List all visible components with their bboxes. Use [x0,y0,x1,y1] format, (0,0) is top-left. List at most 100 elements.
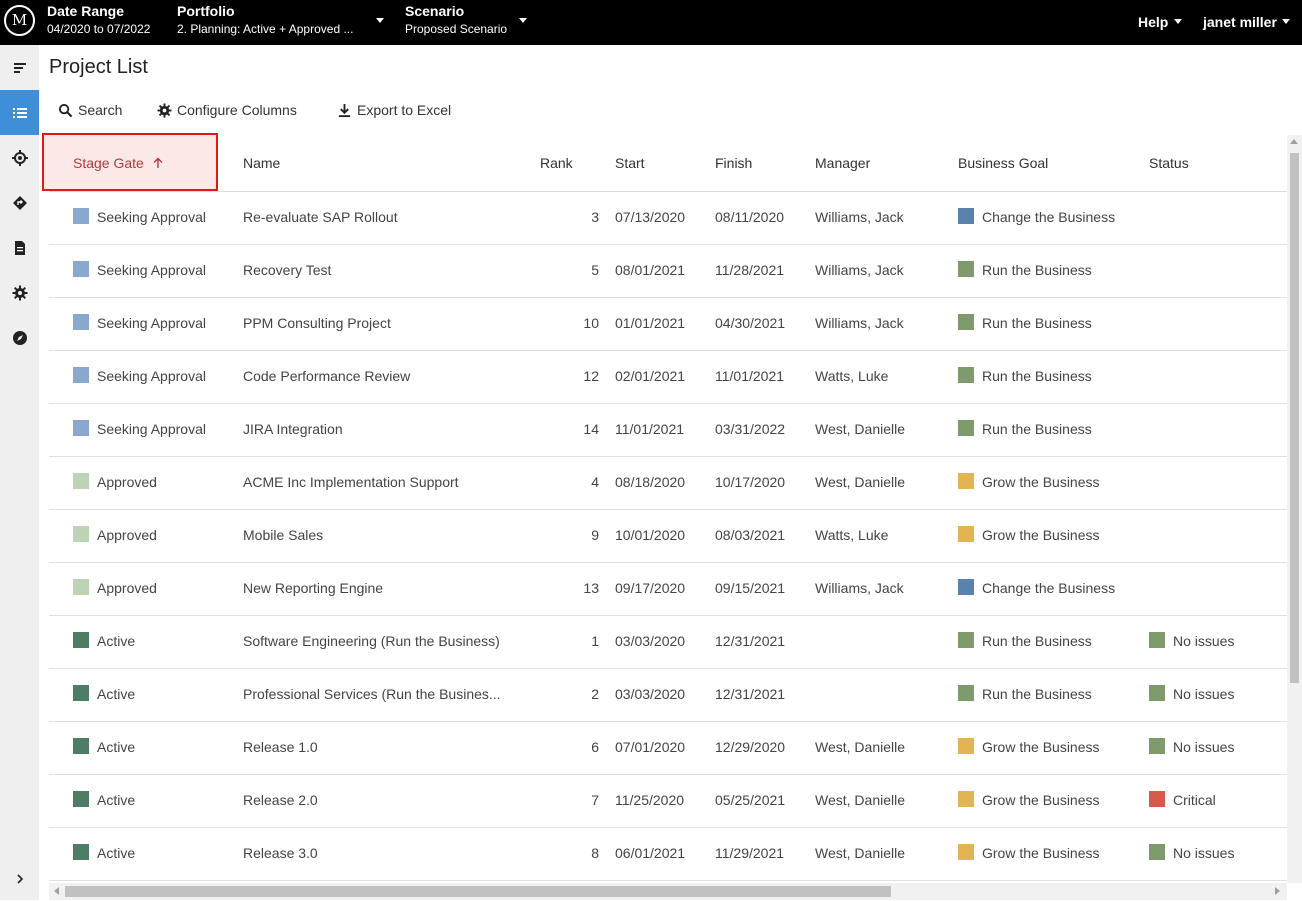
goal-color-swatch [958,420,974,436]
project-name-cell[interactable]: Recovery Test [243,262,331,278]
status-cell: No issues [1173,739,1235,755]
column-header-status[interactable]: Status [1149,155,1189,171]
table-row[interactable]: Seeking Approval Re-evaluate SAP Rollout 3… [49,192,1287,245]
table-row[interactable]: Seeking Approval Code Performance Review 1… [49,351,1287,404]
table-row[interactable]: Approved New Reporting Engine 13 09/17/2020… [49,563,1287,616]
nav-project-list[interactable] [0,90,39,135]
project-name-cell[interactable]: Professional Services (Run the Busines..… [243,686,501,702]
scroll-left-icon[interactable] [54,887,59,895]
project-name-cell[interactable]: PPM Consulting Project [243,315,391,331]
manager-cell: Watts, Luke [815,368,889,384]
start-date-cell: 03/03/2020 [615,686,686,702]
nav-roadmap[interactable] [0,180,39,225]
table-row[interactable]: Approved ACME Inc Implementation Support 4… [49,457,1287,510]
scenario-selector[interactable]: Scenario Proposed Scenario [405,3,507,38]
finish-date-cell: 09/15/2021 [715,580,786,596]
business-goal-cell: Run the Business [982,686,1092,702]
table-row[interactable]: Active Professional Services (Run the Bus… [49,669,1287,722]
nav-explore[interactable] [0,315,39,360]
table-row[interactable]: Seeking Approval PPM Consulting Project 10… [49,298,1287,351]
help-menu[interactable]: Help [1138,14,1168,30]
project-name-cell[interactable]: Release 2.0 [243,792,318,808]
date-range-label: Date Range [47,3,125,19]
user-chevron-down-icon[interactable] [1282,19,1290,24]
project-name-cell[interactable]: Software Engineering (Run the Business) [243,633,500,649]
column-header-rank[interactable]: Rank [540,155,573,171]
column-header-stage-gate[interactable]: Stage Gate [73,155,164,171]
finish-date-cell: 11/01/2021 [715,368,785,384]
goal-color-swatch [958,791,974,807]
column-header-name[interactable]: Name [243,155,280,171]
configure-columns-button[interactable]: Configure Columns [157,102,297,118]
rank-cell: 2 [591,686,599,702]
project-name-cell[interactable]: Release 3.0 [243,845,318,861]
table-row[interactable]: Approved Mobile Sales 9 10/01/2020 08/03/202… [49,510,1287,563]
scroll-right-icon[interactable] [1275,887,1280,895]
project-name-cell[interactable]: New Reporting Engine [243,580,383,596]
business-goal-cell: Change the Business [982,580,1116,596]
business-goal-cell: Grow the Business [982,527,1100,543]
project-name-cell[interactable]: Code Performance Review [243,368,410,384]
vertical-scroll-thumb[interactable] [1290,153,1299,683]
nav-settings[interactable] [0,270,39,315]
manager-cell: Williams, Jack [815,262,904,278]
stage-gate-cell: Seeking Approval [97,209,206,225]
stage-gate-cell: Active [97,739,136,755]
scenario-chevron-down-icon[interactable] [519,18,527,23]
menu-toggle[interactable] [0,45,39,90]
stage-color-swatch [73,791,89,807]
stage-color-swatch [73,314,89,330]
column-header-start[interactable]: Start [615,155,645,171]
status-color-swatch [1149,844,1165,860]
stage-gate-cell: Approved [97,474,157,490]
portfolio-chevron-down-icon[interactable] [376,18,384,23]
table-row[interactable]: Seeking Approval Recovery Test 5 08/01/2021… [49,245,1287,298]
rank-cell: 1 [591,633,599,649]
export-to-excel-button[interactable]: Export to Excel [337,102,451,118]
table-row[interactable]: Active Release 3.0 8 06/01/2021 11/29/2021 We… [49,828,1287,881]
manager-cell: West, Danielle [815,845,906,861]
configure-columns-label: Configure Columns [177,102,297,118]
goal-color-swatch [958,314,974,330]
help-chevron-down-icon[interactable] [1174,19,1182,24]
vertical-scrollbar[interactable] [1287,135,1302,883]
date-range-selector[interactable]: Date Range 04/2020 to 07/2022 [47,3,150,38]
table-row[interactable]: Active Release 2.0 7 11/25/2020 05/25/2021 We… [49,775,1287,828]
stage-color-swatch [73,738,89,754]
finish-date-cell: 12/29/2020 [715,739,786,755]
business-goal-cell: Run the Business [982,633,1092,649]
column-header-finish[interactable]: Finish [715,155,752,171]
goal-color-swatch [958,632,974,648]
nav-documents[interactable] [0,225,39,270]
project-name-cell[interactable]: JIRA Integration [243,421,343,437]
business-goal-cell: Run the Business [982,315,1092,331]
search-label: Search [78,102,123,118]
column-header-business-goal[interactable]: Business Goal [958,155,1048,171]
app-logo[interactable]: M [4,5,35,36]
expand-nav[interactable] [0,856,39,901]
stage-gate-cell: Approved [97,527,157,543]
stage-gate-cell: Seeking Approval [97,262,206,278]
stage-gate-cell: Seeking Approval [97,315,206,331]
scroll-up-icon[interactable] [1290,139,1298,144]
goal-color-swatch [958,579,974,595]
manager-cell: Williams, Jack [815,209,904,225]
horizontal-scroll-thumb[interactable] [65,886,891,897]
project-name-cell[interactable]: Release 1.0 [243,739,318,755]
project-name-cell[interactable]: ACME Inc Implementation Support [243,474,459,490]
roadmap-icon [12,195,27,210]
project-name-cell[interactable]: Re-evaluate SAP Rollout [243,209,398,225]
project-name-cell[interactable]: Mobile Sales [243,527,323,543]
table-row[interactable]: Active Release 1.0 6 07/01/2020 12/29/2020 We… [49,722,1287,775]
column-header-manager[interactable]: Manager [815,155,870,171]
nav-target[interactable] [0,135,39,180]
user-menu[interactable]: janet miller [1203,14,1277,30]
horizontal-scrollbar[interactable] [49,883,1287,900]
search-button[interactable]: Search [58,102,122,118]
portfolio-selector[interactable]: Portfolio 2. Planning: Active + Approved… [177,3,353,38]
start-date-cell: 06/01/2021 [615,845,686,861]
table-row[interactable]: Active Software Engineering (Run the Busi… [49,616,1287,669]
rank-cell: 9 [591,527,599,543]
goal-color-swatch [958,685,974,701]
table-row[interactable]: Seeking Approval JIRA Integration 14 11/01/… [49,404,1287,457]
